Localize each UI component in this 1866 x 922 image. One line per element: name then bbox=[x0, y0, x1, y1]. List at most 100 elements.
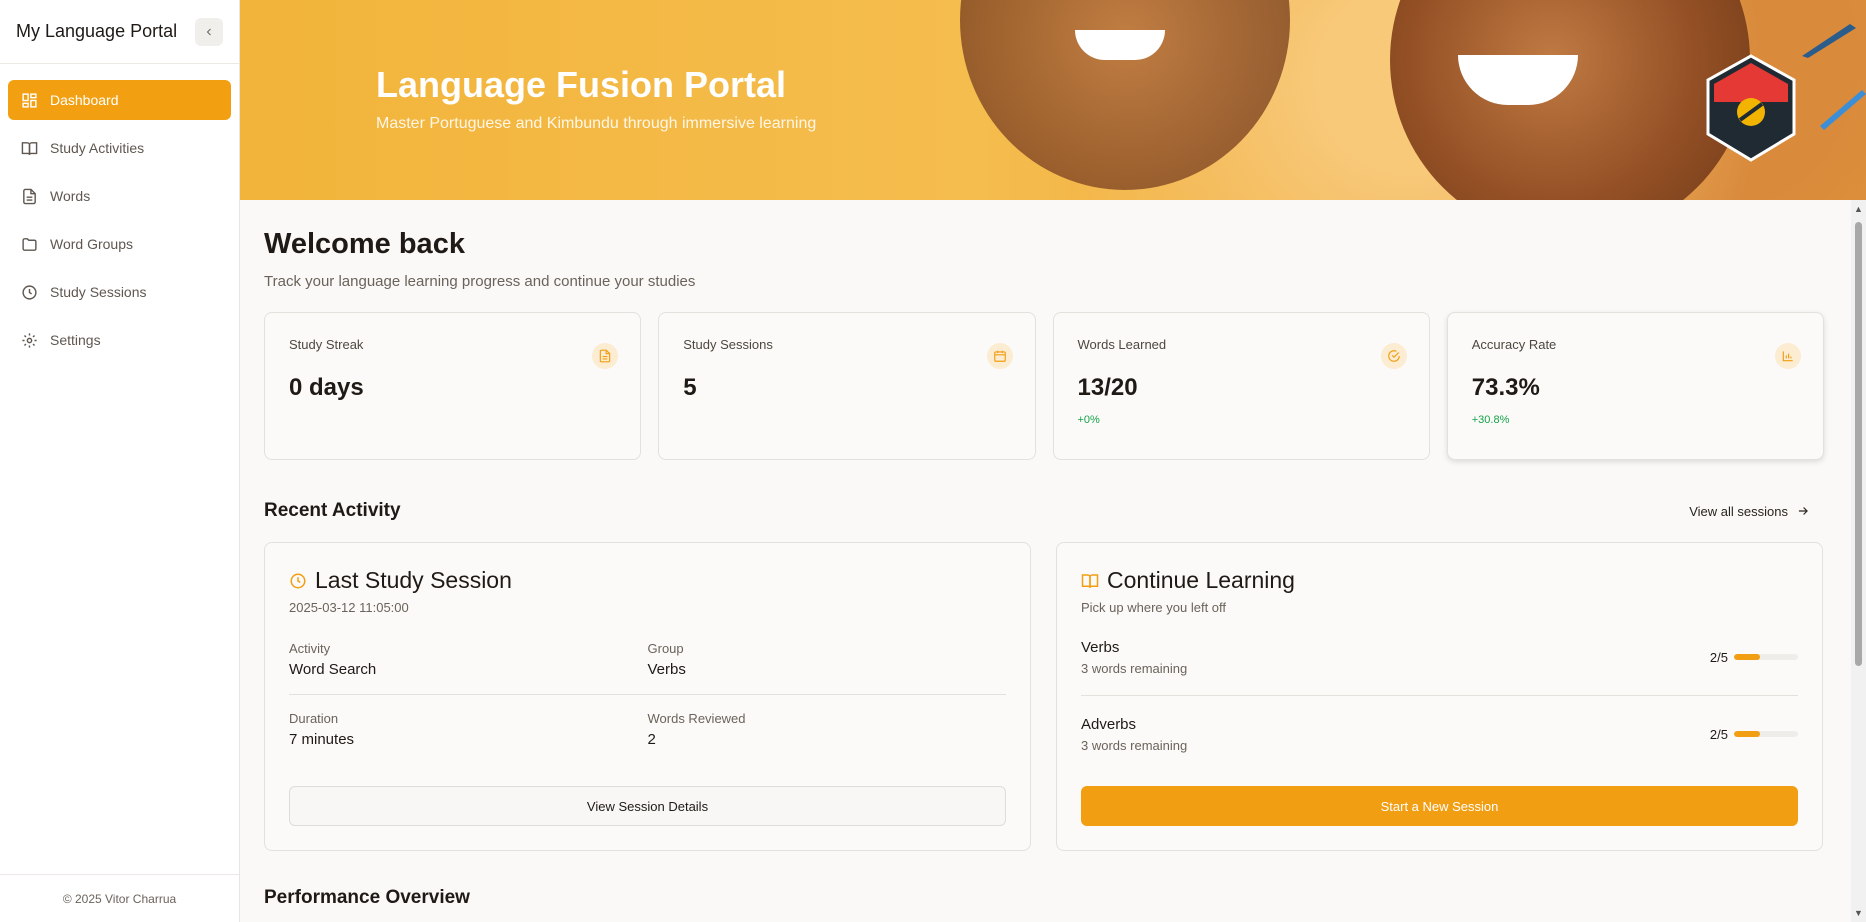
check-circle-icon bbox=[1380, 343, 1407, 369]
calendar-icon bbox=[986, 343, 1013, 369]
stat-value: 5 bbox=[683, 374, 697, 401]
card-title: Last Study Session bbox=[289, 567, 1006, 594]
stat-delta: +0% bbox=[1077, 414, 1100, 426]
group-progress-row-adverbs[interactable]: Adverbs 3 words remaining 2/5 bbox=[1081, 696, 1798, 772]
sidebar-nav: Dashboard Study Activities Words Word Gr… bbox=[0, 64, 239, 376]
recent-activity-panels: Last Study Session 2025-03-12 11:05:00 A… bbox=[264, 542, 1824, 851]
stat-value: 13/20 bbox=[1077, 374, 1138, 401]
duration-label: Duration bbox=[289, 711, 339, 726]
words-reviewed-label: Words Reviewed bbox=[647, 711, 746, 726]
sidebar: My Language Portal Dashboard Study Activ… bbox=[0, 0, 240, 922]
sidebar-item-study-sessions[interactable]: Study Sessions bbox=[8, 272, 231, 312]
sidebar-item-label: Study Activities bbox=[50, 140, 145, 156]
sidebar-header: My Language Portal bbox=[0, 0, 239, 64]
folder-icon bbox=[20, 235, 38, 253]
words-remaining: 3 words remaining bbox=[1081, 737, 1188, 753]
activity-value: Word Search bbox=[289, 661, 377, 678]
sidebar-item-word-groups[interactable]: Word Groups bbox=[8, 224, 231, 264]
words-reviewed-value: 2 bbox=[647, 731, 656, 748]
link-label: View all sessions bbox=[1689, 503, 1788, 519]
group-name: Adverbs bbox=[1081, 715, 1137, 733]
scroll-down-arrow-icon[interactable]: ▼ bbox=[1854, 908, 1863, 918]
document-icon bbox=[592, 343, 619, 369]
group-progress-row-verbs[interactable]: Verbs 3 words remaining 2/5 bbox=[1081, 619, 1798, 695]
stats-row: Study Streak 0 days Study Sessions 5 Wor… bbox=[264, 312, 1824, 460]
last-study-session-card: Last Study Session 2025-03-12 11:05:00 A… bbox=[264, 542, 1031, 851]
session-details-row-2: Duration 7 minutes Words Reviewed 2 bbox=[289, 711, 1006, 748]
group-value: Verbs bbox=[647, 661, 686, 678]
stat-label: Study Streak bbox=[289, 337, 364, 352]
sidebar-item-words[interactable]: Words bbox=[8, 176, 231, 216]
scroll-up-arrow-icon[interactable]: ▲ bbox=[1854, 204, 1863, 214]
clock-icon bbox=[20, 283, 38, 301]
scrollbar-thumb[interactable] bbox=[1855, 222, 1862, 666]
dashboard-icon bbox=[20, 91, 38, 109]
activity-label: Activity bbox=[289, 641, 331, 656]
start-new-session-button[interactable]: Start a New Session bbox=[1081, 786, 1798, 826]
banner-title: Language Fusion Portal bbox=[376, 64, 787, 105]
page-subtitle: Track your language learning progress an… bbox=[264, 273, 696, 290]
card-subtitle: Pick up where you left off bbox=[1081, 600, 1227, 615]
stat-label: Study Sessions bbox=[683, 337, 773, 352]
main-content: Welcome back Track your language learnin… bbox=[240, 200, 1848, 922]
gear-icon bbox=[20, 331, 38, 349]
divider bbox=[289, 694, 1006, 695]
progress-bar-fill bbox=[1734, 731, 1760, 737]
stat-card-accuracy-rate: Accuracy Rate 73.3% +30.8% bbox=[1446, 312, 1824, 460]
made-in-angola-badge-icon bbox=[1706, 54, 1796, 162]
arrow-right-icon bbox=[1798, 507, 1808, 515]
sidebar-item-dashboard[interactable]: Dashboard bbox=[8, 80, 231, 120]
continue-learning-card: Continue Learning Pick up where you left… bbox=[1056, 542, 1823, 851]
duration-value: 7 minutes bbox=[289, 731, 355, 748]
group-label: Group bbox=[647, 641, 684, 656]
stat-card-study-streak: Study Streak 0 days bbox=[264, 312, 642, 460]
stat-card-words-learned: Words Learned 13/20 +0% bbox=[1052, 312, 1430, 460]
sidebar-item-study-activities[interactable]: Study Activities bbox=[8, 128, 231, 168]
page-title: Welcome back bbox=[264, 228, 465, 260]
session-details-row-1: Activity Word Search Group Verbs bbox=[289, 641, 1006, 694]
sidebar-item-label: Settings bbox=[50, 332, 101, 348]
banner-photo-child-left bbox=[960, 0, 1290, 190]
progress-text: 2/5 bbox=[1709, 726, 1728, 742]
sidebar-footer: © 2025 Vitor Charrua bbox=[0, 874, 239, 922]
words-remaining: 3 words remaining bbox=[1081, 660, 1188, 676]
pencil-icon bbox=[1802, 24, 1856, 58]
chevron-left-icon bbox=[206, 28, 211, 35]
sidebar-item-settings[interactable]: Settings bbox=[8, 320, 231, 360]
card-title-text: Last Study Session bbox=[315, 567, 512, 593]
progress-bar bbox=[1734, 731, 1798, 737]
stat-value: 73.3% bbox=[1471, 374, 1540, 401]
bar-chart-icon bbox=[1775, 343, 1801, 369]
sidebar-item-label: Word Groups bbox=[50, 236, 133, 252]
performance-overview-title: Performance Overview bbox=[264, 887, 470, 908]
stat-label: Words Learned bbox=[1077, 337, 1167, 352]
sidebar-item-label: Words bbox=[50, 188, 91, 204]
document-icon bbox=[20, 187, 38, 205]
clock-icon bbox=[290, 573, 306, 588]
pencil-icon bbox=[1820, 90, 1866, 130]
progress-bar bbox=[1734, 654, 1798, 660]
recent-activity-header: Recent Activity View all sessions bbox=[264, 500, 1824, 522]
hero-banner: Language Fusion Portal Master Portuguese… bbox=[240, 0, 1866, 200]
group-name: Verbs bbox=[1081, 638, 1120, 656]
book-open-icon bbox=[1081, 573, 1099, 588]
book-open-icon bbox=[20, 139, 38, 157]
stat-value: 0 days bbox=[289, 374, 364, 401]
progress-bar-fill bbox=[1734, 654, 1760, 660]
progress-text: 2/5 bbox=[1709, 649, 1728, 665]
group-progress: 2/5 bbox=[1710, 727, 1798, 742]
app-title: My Language Portal bbox=[16, 21, 178, 41]
collapse-sidebar-button[interactable] bbox=[195, 17, 223, 46]
session-timestamp: 2025-03-12 11:05:00 bbox=[289, 600, 409, 615]
view-all-sessions-link[interactable]: View all sessions bbox=[1689, 504, 1810, 519]
view-session-details-button[interactable]: View Session Details bbox=[289, 786, 1006, 826]
main-scrollbar[interactable]: ▲ ▼ bbox=[1851, 200, 1866, 922]
sidebar-item-label: Study Sessions bbox=[50, 284, 147, 300]
stat-delta: +30.8% bbox=[1471, 414, 1510, 426]
section-title: Recent Activity bbox=[264, 500, 401, 521]
banner-subtitle: Master Portuguese and Kimbundu through i… bbox=[376, 115, 817, 132]
card-title-text: Continue Learning bbox=[1107, 567, 1295, 593]
card-title: Continue Learning bbox=[1081, 567, 1798, 594]
sidebar-item-label: Dashboard bbox=[50, 92, 119, 108]
group-progress: 2/5 bbox=[1710, 650, 1798, 665]
